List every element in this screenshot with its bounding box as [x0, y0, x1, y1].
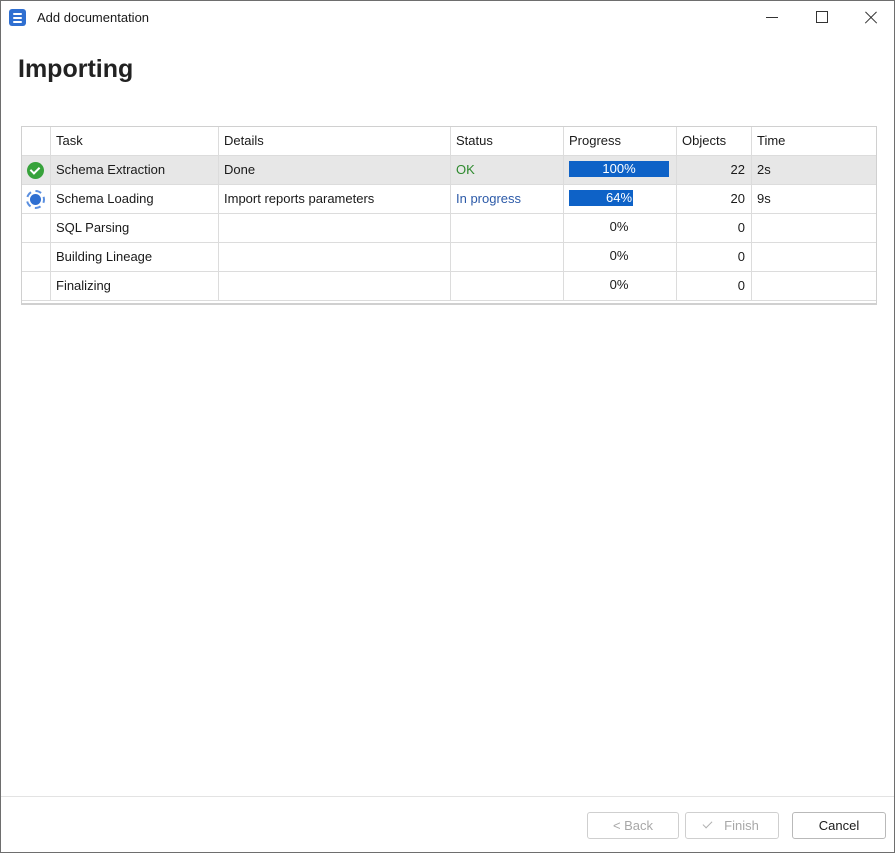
- row-icon-cell: [22, 156, 51, 184]
- objects-cell: 0: [677, 243, 752, 271]
- maximize-button[interactable]: [798, 1, 844, 34]
- progress-label: 0%: [609, 277, 629, 292]
- progress-bar: 100%: [569, 161, 669, 177]
- progress-bar: 0%: [569, 219, 669, 235]
- row-icon-cell: [22, 272, 51, 300]
- table-row[interactable]: SQL Parsing 0% 0: [22, 214, 876, 243]
- in-progress-icon: [26, 190, 45, 209]
- title-bar: Add documentation: [1, 1, 894, 34]
- progress-label: 64%: [605, 190, 633, 205]
- objects-cell: 0: [677, 214, 752, 242]
- row-icon-cell: [22, 214, 51, 242]
- header-details[interactable]: Details: [219, 127, 451, 155]
- database-icon: [9, 9, 26, 26]
- details-cell: Done: [219, 156, 451, 184]
- time-cell: [752, 214, 876, 242]
- header-icon-column[interactable]: [22, 127, 51, 155]
- header-task[interactable]: Task: [51, 127, 219, 155]
- progress-cell: 0%: [564, 214, 677, 242]
- progress-cell: 0%: [564, 243, 677, 271]
- header-status[interactable]: Status: [451, 127, 564, 155]
- objects-cell: 0: [677, 272, 752, 300]
- progress-label: 0%: [609, 219, 629, 234]
- ok-check-icon: [27, 162, 44, 179]
- status-cell: [451, 243, 564, 271]
- close-button[interactable]: [848, 1, 894, 34]
- table-row[interactable]: Finalizing 0% 0: [22, 272, 876, 301]
- progress-cell: 100%: [564, 156, 677, 184]
- objects-cell: 22: [677, 156, 752, 184]
- task-cell: SQL Parsing: [51, 214, 219, 242]
- add-documentation-window: Add documentation Importing Task Details…: [0, 0, 895, 853]
- cancel-button[interactable]: Cancel: [792, 812, 886, 839]
- table-row[interactable]: Schema Loading Import reports parameters…: [22, 185, 876, 214]
- window-title: Add documentation: [37, 10, 150, 25]
- task-cell: Finalizing: [51, 272, 219, 300]
- status-cell: In progress: [451, 185, 564, 213]
- status-cell: [451, 214, 564, 242]
- details-cell: Import reports parameters: [219, 185, 451, 213]
- time-cell: 9s: [757, 191, 771, 206]
- details-cell: [219, 214, 451, 242]
- back-button[interactable]: < Back: [587, 812, 679, 839]
- header-progress[interactable]: Progress: [564, 127, 677, 155]
- row-icon-cell: [22, 185, 51, 213]
- task-cell: Building Lineage: [51, 243, 219, 271]
- table-row[interactable]: Schema Extraction Done OK 100% 22 2s: [22, 156, 876, 185]
- page-title: Importing: [18, 55, 134, 83]
- finish-label: Finish: [724, 818, 759, 833]
- details-cell: [219, 272, 451, 300]
- progress-label: 0%: [609, 248, 629, 263]
- details-cell: [219, 243, 451, 271]
- table-row[interactable]: Building Lineage 0% 0: [22, 243, 876, 272]
- header-time[interactable]: Time: [752, 127, 876, 155]
- progress-cell: 0%: [564, 272, 677, 300]
- status-cell: [451, 272, 564, 300]
- progress-bar: 0%: [569, 277, 669, 293]
- footer-divider: [1, 796, 894, 797]
- progress-cell: 64%: [564, 185, 677, 213]
- header-objects[interactable]: Objects: [677, 127, 752, 155]
- time-cell: [752, 272, 876, 300]
- objects-cell: 20: [677, 185, 752, 213]
- finish-button[interactable]: Finish: [685, 812, 779, 839]
- task-cell: Schema Loading: [51, 185, 219, 213]
- minimize-button[interactable]: [748, 1, 794, 34]
- task-cell: Schema Extraction: [51, 156, 219, 184]
- progress-bar: 64%: [569, 190, 669, 206]
- check-icon: [702, 818, 713, 829]
- row-icon-cell: [22, 243, 51, 271]
- time-cell: 2s: [757, 162, 771, 177]
- progress-bar: 0%: [569, 248, 669, 264]
- status-cell: OK: [451, 156, 564, 184]
- time-cell: [752, 243, 876, 271]
- grid-header: Task Details Status Progress Objects Tim…: [22, 127, 876, 156]
- progress-label: 100%: [602, 161, 636, 176]
- tasks-grid: Task Details Status Progress Objects Tim…: [21, 126, 877, 305]
